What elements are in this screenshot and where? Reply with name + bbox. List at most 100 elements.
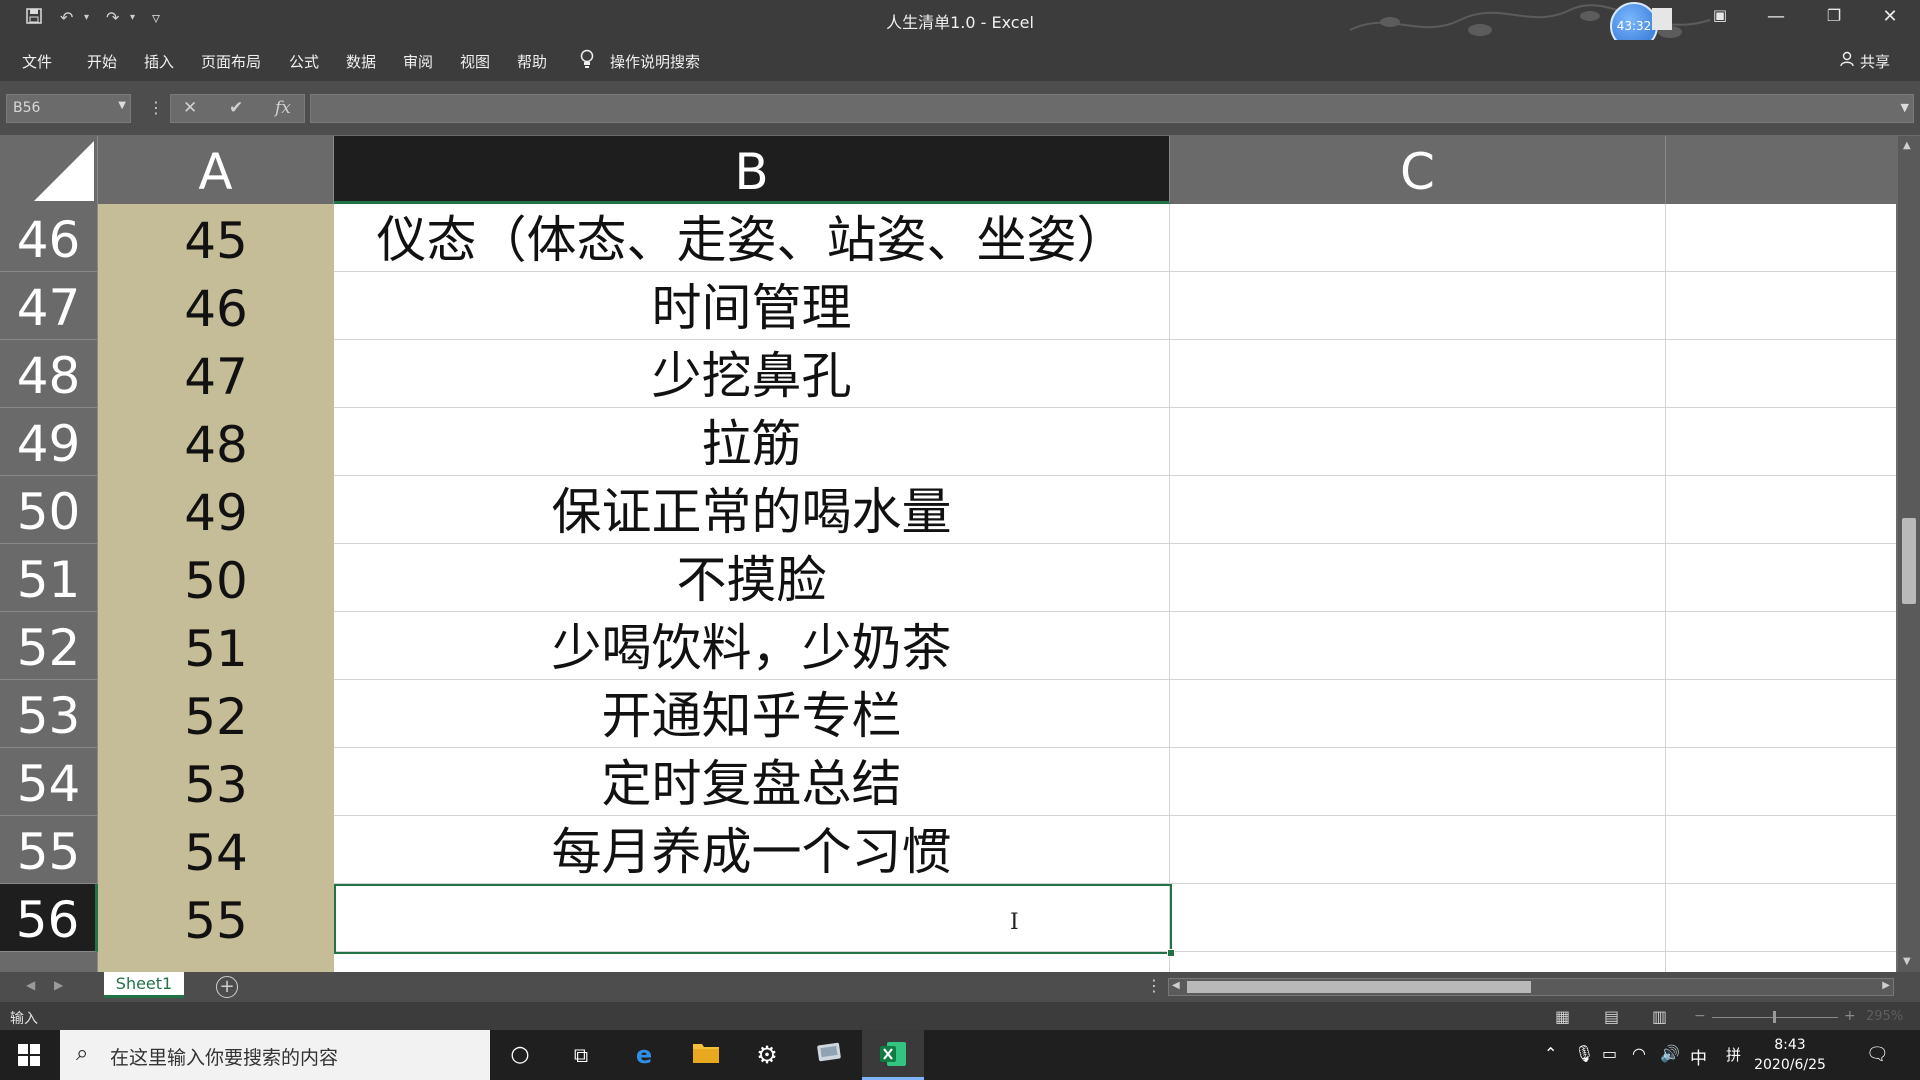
cell-c[interactable] (1170, 204, 1666, 272)
restore-button[interactable]: ❐ (1814, 6, 1854, 25)
row-header[interactable]: 53 (0, 680, 98, 748)
tab-view[interactable]: 视图 (460, 51, 490, 72)
row-header[interactable]: 54 (0, 748, 98, 816)
tab-formulas[interactable]: 公式 (289, 51, 319, 72)
cell-d[interactable] (1666, 272, 1896, 340)
cell-b[interactable]: 拉筋 (334, 408, 1170, 476)
cell-d-partial[interactable] (1666, 952, 1896, 972)
cell-a[interactable]: 53 (98, 748, 334, 816)
tab-home[interactable]: 开始 (87, 51, 117, 72)
volume-icon[interactable]: 🔊 (1660, 1044, 1680, 1063)
cell-d[interactable] (1666, 748, 1896, 816)
lightbulb-icon[interactable] (580, 49, 594, 73)
column-header-a[interactable]: A (98, 136, 334, 204)
tab-splitter-icon[interactable]: ⋮ (1146, 976, 1162, 995)
cell-d[interactable] (1666, 408, 1896, 476)
cell-a-partial[interactable] (98, 952, 334, 972)
zoom-out-icon[interactable]: − (1694, 1008, 1706, 1024)
minimize-button[interactable]: — (1756, 6, 1796, 27)
cell-b[interactable]: 时间管理 (334, 272, 1170, 340)
ribbon-display-icon[interactable]: ▣ (1700, 6, 1740, 24)
active-cell-border[interactable] (334, 884, 1175, 957)
sheet-tab-sheet1[interactable]: Sheet1 (104, 972, 184, 998)
keyboard-layout[interactable]: 拼 (1726, 1044, 1741, 1065)
row-header[interactable]: 52 (0, 612, 98, 680)
row-header-selected[interactable]: 56 (0, 884, 98, 952)
cell-d[interactable] (1666, 816, 1896, 884)
cell-b[interactable]: 少喝饮料，少奶茶 (334, 612, 1170, 680)
formula-input[interactable]: ▼ (310, 94, 1914, 123)
taskbar-search[interactable]: ⌕ 在这里输入你要搜索的内容 (60, 1030, 490, 1080)
cell-c[interactable] (1170, 476, 1666, 544)
cell-c[interactable] (1170, 748, 1666, 816)
cell-c[interactable] (1170, 816, 1666, 884)
row-header[interactable]: 48 (0, 340, 98, 408)
battery-icon[interactable]: ▭ (1602, 1044, 1617, 1063)
cell-b[interactable]: 开通知乎专栏 (334, 680, 1170, 748)
add-sheet-icon[interactable]: + (216, 976, 238, 998)
zoom-level[interactable]: 295% (1866, 1009, 1903, 1024)
cell-b[interactable]: 定时复盘总结 (334, 748, 1170, 816)
close-button[interactable]: ✕ (1870, 6, 1910, 27)
sheet-next-icon[interactable]: ▶ (54, 978, 63, 992)
row-header[interactable]: 46 (0, 204, 98, 272)
system-clock[interactable]: 8:43 2020/6/25 (1748, 1035, 1832, 1075)
horizontal-scrollbar[interactable]: ◀ ▶ (1168, 978, 1894, 996)
edge-browser-icon[interactable]: e (629, 1040, 659, 1070)
cell-c-partial[interactable] (1170, 952, 1666, 972)
scroll-up-icon[interactable]: ▲ (1903, 140, 1911, 151)
cell-d[interactable] (1666, 612, 1896, 680)
network-icon[interactable]: ◠ (1632, 1044, 1646, 1063)
cell-a[interactable]: 51 (98, 612, 334, 680)
ime-mode[interactable]: 中 (1690, 1044, 1707, 1069)
scroll-right-icon[interactable]: ▶ (1882, 980, 1890, 991)
cell-b[interactable]: 保证正常的喝水量 (334, 476, 1170, 544)
cell-d[interactable] (1666, 204, 1896, 272)
cell-c[interactable] (1170, 612, 1666, 680)
windows-start-icon[interactable] (18, 1044, 40, 1066)
vertical-scroll-thumb[interactable] (1902, 518, 1916, 604)
chevron-down-icon[interactable]: ▼ (118, 100, 126, 111)
account-avatar-icon[interactable] (1652, 8, 1672, 30)
confirm-entry-icon[interactable]: ✔ (229, 98, 243, 118)
row-header-partial[interactable] (0, 952, 98, 972)
tab-insert[interactable]: 插入 (144, 51, 174, 72)
cell-a[interactable]: 54 (98, 816, 334, 884)
cell-a[interactable]: 55 (98, 884, 334, 952)
settings-gear-icon[interactable]: ⚙ (752, 1040, 782, 1070)
cell-d[interactable] (1666, 884, 1896, 952)
cell-c[interactable] (1170, 544, 1666, 612)
name-box[interactable]: B56 ▼ (6, 94, 131, 123)
cell-c[interactable] (1170, 408, 1666, 476)
cell-c[interactable] (1170, 884, 1666, 952)
row-header[interactable]: 47 (0, 272, 98, 340)
fill-handle[interactable] (1167, 949, 1175, 957)
page-layout-view-icon[interactable]: ▤ (1604, 1007, 1619, 1026)
row-header[interactable]: 51 (0, 544, 98, 612)
column-header-d[interactable] (1666, 136, 1900, 204)
insert-function-icon[interactable]: fx (275, 98, 291, 118)
scroll-left-icon[interactable]: ◀ (1172, 980, 1180, 991)
cell-c[interactable] (1170, 680, 1666, 748)
cell-a[interactable]: 45 (98, 204, 334, 272)
tab-page-layout[interactable]: 页面布局 (201, 51, 261, 72)
share-user-icon[interactable] (1840, 51, 1854, 71)
tab-data[interactable]: 数据 (346, 51, 376, 72)
expand-formula-bar-icon[interactable]: ▼ (1901, 101, 1909, 114)
cell-b[interactable]: 不摸脸 (334, 544, 1170, 612)
cortana-icon[interactable]: ○ (505, 1040, 535, 1070)
cell-d[interactable] (1666, 340, 1896, 408)
tab-file[interactable]: 文件 (22, 51, 52, 72)
row-header[interactable]: 55 (0, 816, 98, 884)
column-header-b[interactable]: B (334, 136, 1170, 204)
file-explorer-icon[interactable] (691, 1040, 721, 1070)
cell-a[interactable]: 46 (98, 272, 334, 340)
cell-a[interactable]: 50 (98, 544, 334, 612)
cell-b[interactable]: 少挖鼻孔 (334, 340, 1170, 408)
select-all-button[interactable] (0, 136, 98, 204)
worksheet-grid[interactable]: A B C 46 45 仪态（体态、走姿、站姿、坐姿） 47 46 时间管理 4… (0, 136, 1900, 972)
app-icon[interactable] (814, 1040, 844, 1070)
cell-c[interactable] (1170, 340, 1666, 408)
notification-icon[interactable]: 🗨 (1866, 1044, 1889, 1065)
column-header-c[interactable]: C (1170, 136, 1666, 204)
